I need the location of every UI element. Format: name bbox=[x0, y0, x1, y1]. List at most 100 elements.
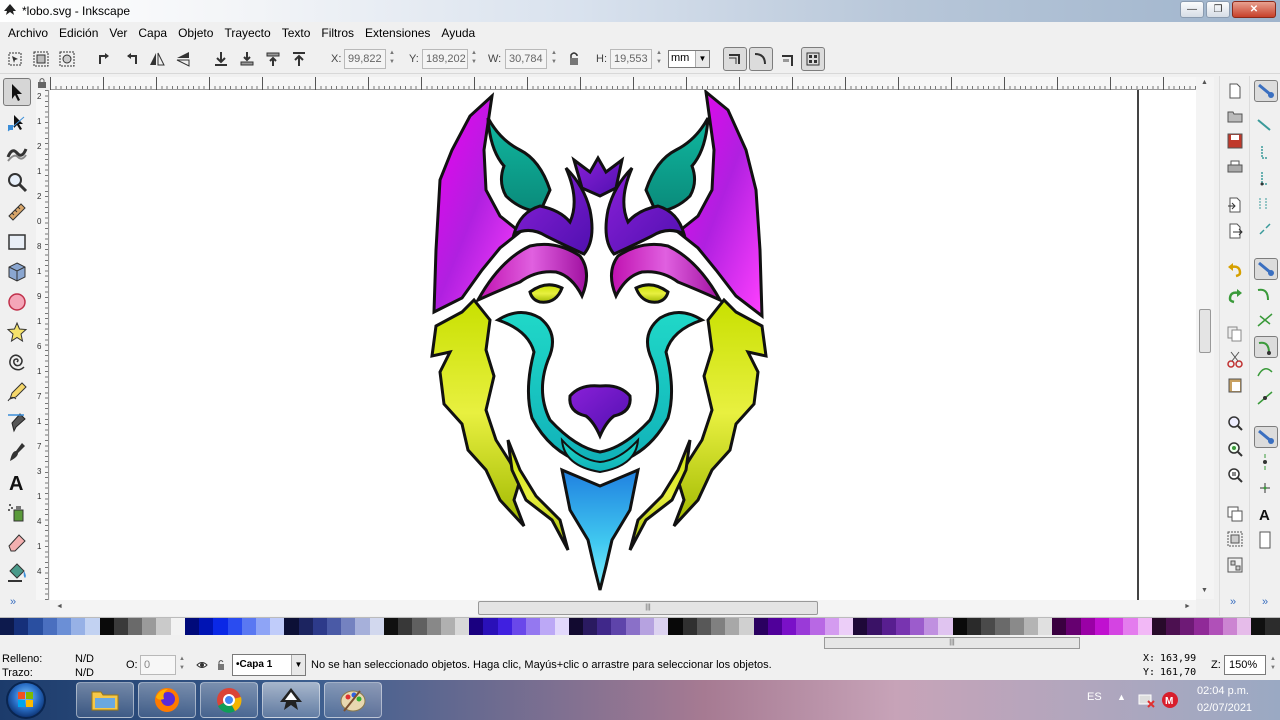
palette-swatch[interactable] bbox=[398, 618, 413, 635]
palette-scrollbar[interactable]: ||| bbox=[0, 636, 1280, 651]
palette-swatch[interactable] bbox=[85, 618, 100, 635]
ellipse-tool[interactable] bbox=[3, 288, 31, 316]
palette-swatch[interactable] bbox=[881, 618, 896, 635]
palette-swatch[interactable] bbox=[753, 618, 768, 635]
select-all-layers-icon[interactable] bbox=[32, 50, 50, 68]
snap-cusp-nodes-toggle[interactable] bbox=[1254, 336, 1278, 358]
palette-swatch[interactable] bbox=[99, 618, 114, 635]
node-tool[interactable] bbox=[3, 108, 31, 136]
palette-swatch[interactable] bbox=[1023, 618, 1038, 635]
spray-tool[interactable] bbox=[3, 498, 31, 526]
palette-swatch[interactable] bbox=[895, 618, 910, 635]
move-patterns-toggle[interactable] bbox=[801, 47, 825, 71]
opacity-spin-button[interactable]: ▲ ▼ bbox=[177, 655, 187, 675]
palette-swatch[interactable] bbox=[1237, 618, 1252, 635]
palette-swatch[interactable] bbox=[241, 618, 256, 635]
palette-swatch[interactable] bbox=[440, 618, 455, 635]
zoom-selection-icon[interactable] bbox=[1226, 414, 1244, 432]
palette-swatch[interactable] bbox=[255, 618, 271, 635]
star-tool[interactable] bbox=[3, 318, 31, 346]
palette-swatch[interactable] bbox=[170, 618, 185, 635]
cut-icon[interactable] bbox=[1226, 350, 1244, 368]
palette-swatch[interactable] bbox=[554, 618, 569, 635]
import-icon[interactable] bbox=[1226, 196, 1244, 214]
palette-swatch[interactable] bbox=[966, 618, 982, 635]
snap-bbox-midpoints-toggle[interactable] bbox=[1254, 194, 1278, 216]
palette-swatch[interactable] bbox=[796, 618, 811, 635]
w-spin-button[interactable]: ▲ ▼ bbox=[549, 49, 559, 69]
stroke-value[interactable]: N/D bbox=[75, 667, 94, 679]
layer-lock-icon[interactable] bbox=[216, 659, 226, 671]
palette-swatch[interactable] bbox=[42, 618, 57, 635]
palette-swatch[interactable] bbox=[71, 618, 86, 635]
eraser-tool[interactable] bbox=[3, 528, 31, 556]
palette-swatch[interactable] bbox=[156, 618, 171, 635]
snap-nodes-toggle[interactable] bbox=[1254, 258, 1278, 280]
palette-swatch[interactable] bbox=[184, 618, 200, 635]
x-spin-button[interactable]: ▲ ▼ bbox=[387, 49, 397, 69]
palette-swatch[interactable] bbox=[597, 618, 612, 635]
menu-ver[interactable]: Ver bbox=[105, 22, 134, 44]
paint-bucket-tool[interactable] bbox=[3, 558, 31, 586]
start-button[interactable] bbox=[6, 681, 46, 719]
flip-horizontal-icon[interactable] bbox=[148, 50, 166, 68]
palette-swatch[interactable] bbox=[298, 618, 313, 635]
rotate-ccw-icon[interactable] bbox=[96, 50, 114, 68]
menu-edicion[interactable]: Edición bbox=[55, 22, 105, 44]
snap-page-border-toggle[interactable] bbox=[1254, 530, 1278, 552]
w-input[interactable]: 30,784 bbox=[505, 49, 547, 69]
palette-swatch[interactable] bbox=[355, 618, 370, 635]
palette-swatch[interactable] bbox=[227, 618, 242, 635]
palette-swatch[interactable] bbox=[995, 618, 1010, 635]
palette-swatch[interactable] bbox=[654, 618, 669, 635]
palette-swatch[interactable] bbox=[1080, 618, 1095, 635]
pen-tool[interactable] bbox=[3, 408, 31, 436]
paste-icon[interactable] bbox=[1226, 376, 1244, 394]
palette-swatch[interactable] bbox=[1066, 618, 1081, 635]
move-gradients-icon[interactable] bbox=[779, 51, 797, 69]
text-tool[interactable]: A bbox=[3, 468, 31, 496]
more-tools-icon[interactable]: » bbox=[10, 596, 16, 608]
zoom-drawing-icon[interactable] bbox=[1226, 440, 1244, 458]
antivirus-icon[interactable]: M bbox=[1161, 691, 1179, 709]
undo-icon[interactable] bbox=[1226, 261, 1244, 279]
palette-swatch[interactable] bbox=[526, 618, 541, 635]
scroll-right-icon[interactable]: ► bbox=[1184, 603, 1191, 610]
duplicate-icon[interactable] bbox=[1226, 505, 1244, 523]
h-input[interactable]: 19,553 bbox=[610, 49, 652, 69]
raise-to-top-icon[interactable] bbox=[290, 50, 308, 68]
palette-swatch[interactable] bbox=[810, 618, 825, 635]
snap-bbox-edges-toggle[interactable] bbox=[1254, 142, 1278, 164]
flip-vertical-icon[interactable] bbox=[174, 50, 192, 68]
palette-swatch[interactable] bbox=[284, 618, 299, 635]
export-icon[interactable] bbox=[1226, 222, 1244, 240]
palette-swatch[interactable] bbox=[369, 618, 384, 635]
palette-swatch[interactable] bbox=[924, 618, 939, 635]
palette-scroll-thumb[interactable]: ||| bbox=[824, 637, 1080, 649]
menu-extensiones[interactable]: Extensiones bbox=[361, 22, 437, 44]
calligraphy-tool[interactable] bbox=[3, 438, 31, 466]
palette-swatch[interactable] bbox=[1109, 618, 1124, 635]
zoom-spin-button[interactable]: ▲ ▼ bbox=[1268, 655, 1278, 675]
palette-swatch[interactable] bbox=[341, 618, 356, 635]
snap-enable-toggle[interactable] bbox=[1254, 80, 1278, 102]
palette-swatch[interactable] bbox=[981, 618, 996, 635]
palette-swatch[interactable] bbox=[611, 618, 626, 635]
pencil-tool[interactable] bbox=[3, 378, 31, 406]
palette-swatch[interactable] bbox=[696, 618, 711, 635]
scroll-up-icon[interactable]: ▲ bbox=[1201, 79, 1208, 86]
palette-swatch[interactable] bbox=[455, 618, 470, 635]
drawing-canvas[interactable] bbox=[50, 90, 1196, 600]
zoom-input[interactable]: 150% bbox=[1224, 655, 1266, 675]
palette-swatch[interactable] bbox=[1052, 618, 1067, 635]
lock-icon[interactable] bbox=[567, 50, 581, 68]
palette-swatch[interactable] bbox=[725, 618, 740, 635]
palette-swatch[interactable] bbox=[1265, 618, 1280, 635]
taskbar-chrome[interactable] bbox=[200, 682, 258, 718]
palette-swatch[interactable] bbox=[867, 618, 882, 635]
horizontal-scrollbar[interactable]: ◄ ||| ► bbox=[50, 600, 1196, 616]
palette-swatch[interactable] bbox=[668, 618, 683, 635]
palette-swatch[interactable] bbox=[1123, 618, 1138, 635]
ungroup-icon[interactable] bbox=[1226, 556, 1244, 574]
open-folder-icon[interactable] bbox=[1226, 107, 1244, 125]
